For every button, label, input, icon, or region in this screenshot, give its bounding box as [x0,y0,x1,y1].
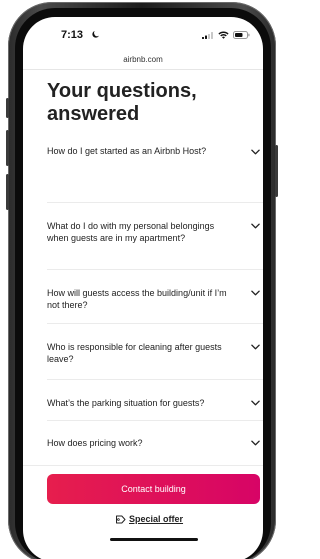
home-indicator[interactable] [110,538,198,541]
url-divider [23,69,263,70]
faq-question: What’s the parking situation for guests? [47,398,205,408]
faq-item[interactable]: What’s the parking situation for guests? [47,380,263,421]
cellular-signal-icon [202,32,213,39]
chevron-down-icon [251,344,260,350]
tag-icon [116,515,126,523]
chevron-down-icon [251,400,260,406]
contact-building-button[interactable]: Contact building [47,474,260,504]
page-title: Your questions, answered [47,80,197,125]
url-bar[interactable]: airbnb.com [23,55,263,64]
status-icons [202,31,250,39]
faq-question: How will guests access the building/unit… [47,288,227,310]
special-offer-label: Special offer [129,514,184,524]
chevron-down-icon [251,440,260,446]
footer-divider [23,465,263,466]
phone-screen: 7:13 airbnb.com Your questions, answered… [23,17,263,559]
special-offer-link[interactable]: Special offer [115,514,183,524]
power-button [275,145,278,197]
wifi-icon [218,31,229,39]
chevron-down-icon [251,223,260,229]
faq-question: How do I get started as an Airbnb Host? [47,146,207,156]
moon-icon [92,30,100,38]
device-canvas: 7:13 airbnb.com Your questions, answered… [0,0,281,559]
faq-item[interactable]: How does pricing work? [47,421,263,461]
status-time: 7:13 [61,29,84,41]
volume-down-button [6,174,9,210]
faq-item[interactable]: How do I get started as an Airbnb Host? [47,145,263,203]
faq-question: What do I do with my personal belongings… [47,221,215,243]
chevron-down-icon [251,290,260,296]
faq-item[interactable]: What do I do with my personal belongings… [47,203,263,270]
status-bar: 7:13 [23,17,263,45]
faq-item[interactable]: Who is responsible for cleaning after gu… [47,324,263,380]
faq-item[interactable]: How will guests access the building/unit… [47,270,263,324]
mute-switch [6,98,9,118]
faq-question: Who is responsible for cleaning after gu… [47,342,222,364]
faq-question: How does pricing work? [47,438,143,448]
chevron-down-icon [251,149,260,155]
battery-icon [233,31,250,39]
volume-up-button [6,130,9,166]
faq-list: How do I get started as an Airbnb Host? … [47,145,263,461]
